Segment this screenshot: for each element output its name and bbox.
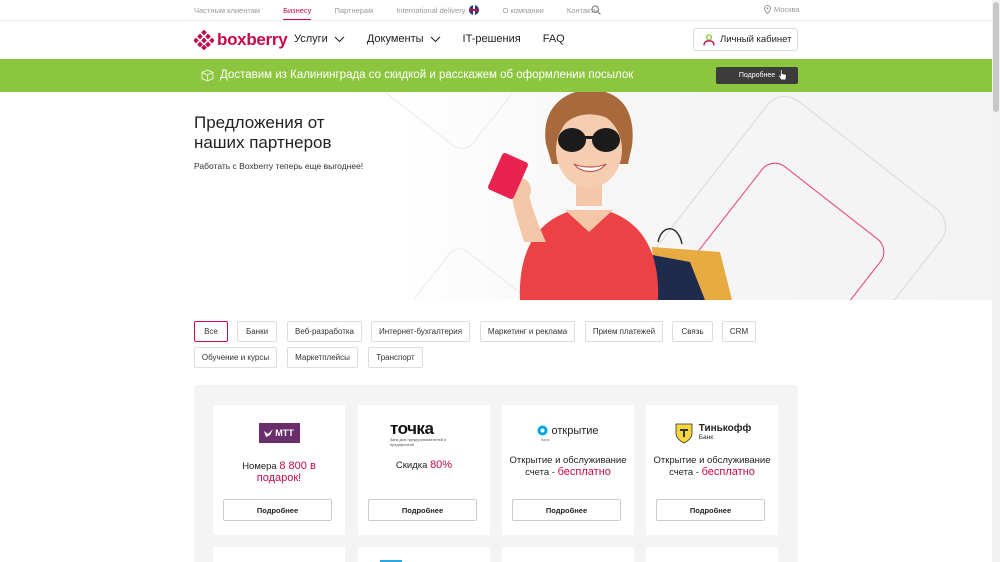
- banner-text: Доставим из Калининграда со скидкой и ра…: [220, 69, 634, 81]
- personal-cabinet-button[interactable]: Личный кабинет: [693, 28, 798, 51]
- card-more-button[interactable]: Подробнее: [223, 499, 332, 521]
- tinkoff-logo-text: Тинькофф: [698, 423, 752, 434]
- topnav-business[interactable]: Бизнесу: [283, 6, 312, 21]
- card-more-button[interactable]: Подробнее: [368, 499, 477, 521]
- card-description: Открытие и обслуживание счета - бесплатн…: [652, 455, 772, 478]
- bird-icon: [264, 429, 274, 437]
- partner-card-otkritie: открытие банк Открытие и обслуживание сч…: [502, 405, 634, 535]
- card-more-button[interactable]: Подробнее: [512, 499, 621, 521]
- otkritie-logo-mark: открытие: [537, 424, 599, 437]
- hero-title-line1: Предложения от: [194, 113, 325, 132]
- otkritie-logo-sub: банк: [541, 436, 550, 442]
- filter-marketplaces[interactable]: Маркетплейсы: [287, 347, 358, 368]
- card-more-button[interactable]: Подробнее: [656, 499, 765, 521]
- tinkoff-shield-icon: [675, 423, 693, 444]
- filter-marketing[interactable]: Маркетинг и реклама: [480, 321, 575, 342]
- berry-logo-icon: [194, 30, 214, 50]
- top-bar: Частным клиентам Бизнесу Партнерам Inter…: [0, 0, 992, 21]
- page-scrollbar[interactable]: [992, 0, 1000, 562]
- logo-text: boxberry: [217, 30, 288, 49]
- header: boxberry Услуги Документы IT-решения FAQ…: [0, 21, 992, 59]
- filter-payments[interactable]: Прием платежей: [585, 321, 663, 342]
- topnav-partners[interactable]: Партнерам: [334, 6, 373, 15]
- parcel-icon: [201, 69, 214, 82]
- nav-faq[interactable]: FAQ: [543, 33, 565, 45]
- card-highlight: бесплатно: [557, 465, 611, 478]
- otkritie-logo-text: открытие: [551, 424, 599, 437]
- filter-crm[interactable]: CRM: [722, 321, 756, 342]
- mtt-logo-text: МТТ: [275, 428, 294, 438]
- hero-subtitle: Работать с Boxberry теперь еще выгоднее!: [194, 161, 364, 171]
- topnav-international-label: International delivery: [396, 6, 466, 15]
- search-icon[interactable]: [591, 5, 601, 15]
- nav-services-label: Услуги: [294, 33, 328, 45]
- partner-card-mtt: МТТ Номера 8 800 в подарок! Подробнее: [213, 405, 345, 535]
- partner-card: [213, 547, 345, 562]
- nav-documents-label: Документы: [366, 33, 424, 45]
- mtt-logo-badge: МТТ: [258, 423, 300, 443]
- hero-title-line2: наших партнеров: [194, 133, 332, 152]
- otkritie-circle-icon: [537, 425, 548, 436]
- filter-communication[interactable]: Связь: [672, 321, 713, 342]
- nav-it-solutions[interactable]: IT-решения: [463, 33, 521, 45]
- topnav-private[interactable]: Частным клиентам: [194, 6, 260, 15]
- cabinet-label: Личный кабинет: [720, 34, 792, 45]
- card-highlight: бесплатно: [701, 465, 755, 478]
- filter-banks[interactable]: Банки: [237, 321, 277, 342]
- card-highlight: 80%: [430, 459, 453, 471]
- nav-it-label: IT-решения: [462, 33, 521, 45]
- filter-transport[interactable]: Транспорт: [368, 347, 423, 368]
- mtt-logo: МТТ: [213, 419, 345, 447]
- tochka-logo: точка банк для предпринимателей и предпр…: [358, 419, 490, 447]
- card-description: Номера 8 800 в подарок!: [219, 461, 339, 484]
- main-nav: Услуги Документы IT-решения FAQ: [294, 33, 587, 45]
- chevron-down-icon: [334, 36, 345, 42]
- tinkoff-logo: Тинькофф Банк: [646, 419, 778, 447]
- filter-all[interactable]: Все: [194, 321, 228, 342]
- tinkoff-logo-sub: Банк: [698, 434, 714, 441]
- partner-card-tinkoff: Тинькофф Банк Открытие и обслуживание сч…: [646, 405, 778, 535]
- card-text: Номера: [242, 461, 277, 472]
- promo-banner: Доставим из Калининграда со скидкой и ра…: [0, 59, 992, 92]
- topnav-about[interactable]: О компании: [502, 6, 543, 15]
- otkritie-logo: открытие банк: [502, 419, 634, 447]
- partner-card: [646, 547, 778, 562]
- topnav-international[interactable]: International delivery: [396, 5, 480, 15]
- chevron-down-icon: [430, 36, 440, 42]
- filter-web-dev[interactable]: Веб-разработка: [287, 321, 362, 342]
- filter-online-accounting[interactable]: Интернет-бухгалтерия: [371, 321, 470, 342]
- partner-card: [502, 547, 634, 562]
- tinkoff-logo-words: Тинькофф Банк: [699, 424, 752, 442]
- nav-services[interactable]: Услуги: [294, 33, 345, 45]
- nav-faq-label: FAQ: [542, 33, 565, 45]
- page: Частным клиентам Бизнесу Партнерам Inter…: [0, 0, 1000, 562]
- uk-flag-icon: [469, 5, 480, 15]
- card-description: Открытие и обслуживание счета - бесплатн…: [508, 455, 628, 478]
- hero-title: Предложения от наших партнеров: [194, 113, 332, 153]
- filter-education[interactable]: Обучение и курсы: [194, 347, 277, 368]
- tochka-logo-sub: банк для предпринимателей и предприятий: [390, 436, 447, 447]
- partner-card-tochka: точка банк для предпринимателей и предпр…: [358, 405, 490, 535]
- boxberry-logo[interactable]: boxberry: [194, 30, 288, 50]
- location-pin-icon: [764, 5, 771, 14]
- nav-documents[interactable]: Документы: [367, 33, 441, 45]
- city-selector[interactable]: Москва: [764, 5, 800, 14]
- card-text: Скидка: [395, 460, 428, 471]
- user-icon: [703, 33, 715, 46]
- tochka-logo-text: точка: [390, 418, 434, 438]
- card-description: Скидка 80%: [364, 460, 484, 472]
- hand-cursor-icon: [778, 69, 787, 81]
- city-label: Москва: [774, 5, 800, 14]
- top-nav: Частным клиентам Бизнесу Партнерам Inter…: [194, 5, 622, 21]
- hero-illustration: [382, 92, 947, 300]
- scrollbar-thumb[interactable]: [993, 2, 999, 112]
- hero-section: Предложения от наших партнеров Работать …: [0, 92, 992, 300]
- partner-card: [358, 547, 490, 562]
